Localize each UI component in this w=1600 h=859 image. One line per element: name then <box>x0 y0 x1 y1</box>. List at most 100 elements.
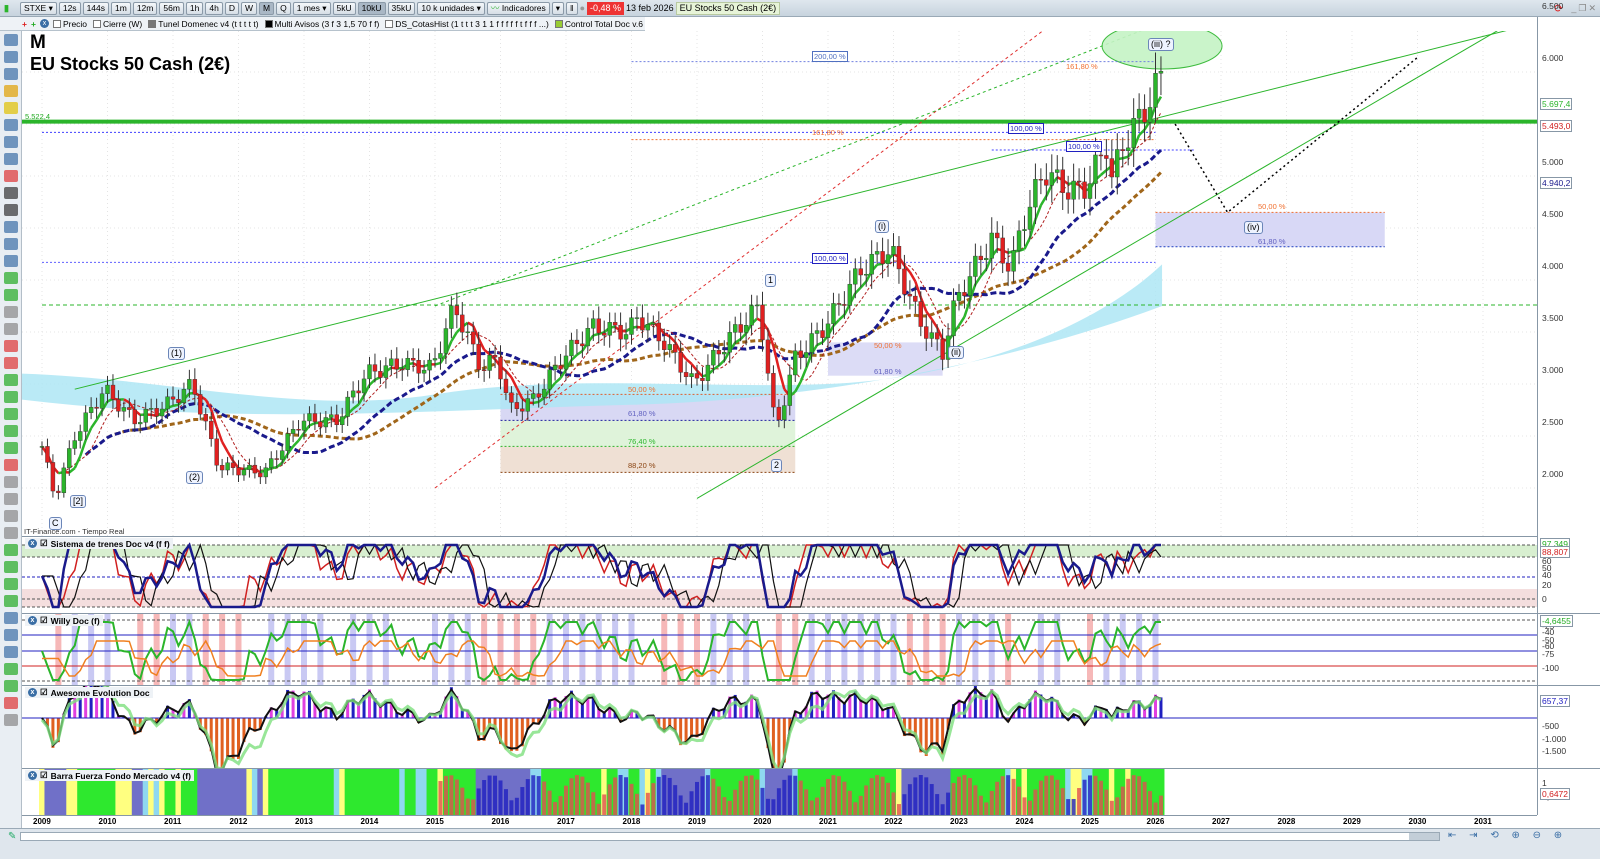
tool-icon-35[interactable] <box>4 629 18 641</box>
close-panel-icon[interactable]: x <box>28 771 37 780</box>
tool-icon-21[interactable] <box>4 391 18 403</box>
tool-icon-24[interactable] <box>4 442 18 454</box>
tool-icon-7[interactable] <box>4 153 18 165</box>
tool-icon-25[interactable] <box>4 459 18 471</box>
tool-icon-39[interactable] <box>4 697 18 709</box>
tool-icon-40[interactable] <box>4 714 18 726</box>
timeframe-144s[interactable]: 144s <box>82 1 109 15</box>
timeframe-W[interactable]: W <box>240 1 258 15</box>
tool-icon-27[interactable] <box>4 493 18 505</box>
tool-icon-32[interactable] <box>4 578 18 590</box>
tool-icon-13[interactable] <box>4 255 18 267</box>
panel-awesome[interactable]: x ☑ Awesome Evolution Doc <box>22 680 1537 785</box>
close-panel-icon[interactable]: x <box>28 616 37 625</box>
scrollbar-thumb[interactable] <box>1409 833 1439 840</box>
indicator-checkbox[interactable] <box>264 19 273 28</box>
indicator-item[interactable]: Control Total Doc v.6 <box>554 19 643 29</box>
tool-icon-5[interactable] <box>4 119 18 131</box>
tool-icon-38[interactable] <box>4 680 18 692</box>
tool-icon-3[interactable] <box>4 85 18 97</box>
tool-icon-31[interactable] <box>4 561 18 573</box>
indicator-checkbox[interactable] <box>385 19 394 28</box>
tool-icon-34[interactable] <box>4 612 18 624</box>
indicator-item[interactable]: Tunel Domenec v4 (t t t t t) <box>148 19 259 29</box>
tool-icon-33[interactable] <box>4 595 18 607</box>
tool-icon-18[interactable] <box>4 340 18 352</box>
close-panel-icon[interactable]: x <box>28 688 37 697</box>
tool-icon-22[interactable] <box>4 408 18 420</box>
tool-icon-23[interactable] <box>4 425 18 437</box>
period-select[interactable]: 1 mes ▾ <box>292 1 331 15</box>
timeframe-56m[interactable]: 56m <box>159 1 184 15</box>
tool-icon-37[interactable] <box>4 663 18 675</box>
add-green-icon[interactable]: + <box>31 19 36 29</box>
panel-checkbox[interactable]: ☑ <box>40 615 48 626</box>
draw-icon[interactable]: ✎ <box>8 831 16 842</box>
tool-icon-1[interactable] <box>4 51 18 63</box>
units-select[interactable]: 10 k unidades ▾ <box>417 1 485 15</box>
indicator-checkbox[interactable] <box>554 19 563 28</box>
minimize-icon[interactable]: _ <box>1571 3 1576 13</box>
indicator-checkbox[interactable] <box>93 19 102 28</box>
indicator-item[interactable]: Cierre (W) <box>93 19 142 29</box>
timeframe-1m[interactable]: 1m <box>111 1 131 15</box>
panel-checkbox[interactable]: ☑ <box>40 687 48 698</box>
indicator-checkbox[interactable] <box>52 19 61 28</box>
panel-trenes[interactable]: x ☑ Sistema de trenes Doc v4 (f f) <box>22 536 1537 613</box>
tool-icon-17[interactable] <box>4 323 18 335</box>
indicators-dropdown[interactable]: ▾ <box>551 1 565 15</box>
tool-icon-4[interactable] <box>4 102 18 114</box>
timeframe-12s[interactable]: 12s <box>58 1 81 15</box>
tool-icon-8[interactable] <box>4 170 18 182</box>
tool-icon-26[interactable] <box>4 476 18 488</box>
chart-logo-icon[interactable]: ▮ <box>4 3 18 14</box>
units-10kU[interactable]: 10kU <box>357 1 386 15</box>
tool-icon-2[interactable] <box>4 68 18 80</box>
tool-icon-11[interactable] <box>4 221 18 233</box>
units-35kU[interactable]: 35kU <box>387 1 416 15</box>
panel-willy[interactable]: x ☑ Willy Doc (f) <box>22 613 1537 685</box>
timeframe-4h[interactable]: 4h <box>205 1 223 15</box>
restore-icon[interactable]: ❐ <box>1578 3 1586 14</box>
panel-barra[interactable]: x ☑ Barra Fuerza Fondo Mercado v4 (f) <box>22 768 1537 815</box>
tool-icon-20[interactable] <box>4 374 18 386</box>
panel-checkbox[interactable]: ☑ <box>40 538 48 549</box>
tool-icon-0[interactable] <box>4 34 18 46</box>
tool-icon-15[interactable] <box>4 289 18 301</box>
timeframe-M[interactable]: M <box>259 1 275 15</box>
timeframe-D[interactable]: D <box>224 1 239 15</box>
tool-icon-14[interactable] <box>4 272 18 284</box>
tool-icon-9[interactable] <box>4 187 18 199</box>
tool-icon-28[interactable] <box>4 510 18 522</box>
timeframe-1h[interactable]: 1h <box>185 1 204 15</box>
indicator-axes[interactable]: 8060504020097,34988,807-25-40-50-60-75-1… <box>1537 536 1600 815</box>
close-icon[interactable]: ✕ <box>1588 3 1596 14</box>
indicator-checkbox[interactable] <box>148 19 157 28</box>
nav-icons[interactable]: ⇤ ⇥ ⟲ ⊕ ⊖ ⊕ <box>1448 830 1567 841</box>
tool-icon-16[interactable] <box>4 306 18 318</box>
indicators-button[interactable]: 〰 Indicadores <box>486 1 550 15</box>
tool-icon-19[interactable] <box>4 357 18 369</box>
tool-icon-30[interactable] <box>4 544 18 556</box>
remove-icon[interactable]: x <box>39 19 49 28</box>
timeframe-Q[interactable]: Q <box>276 1 291 15</box>
pause-icon[interactable]: ‖ <box>566 1 578 15</box>
indicator-item[interactable]: Multi Avisos (3 f 3 1,5 70 f f) <box>264 19 379 29</box>
tool-icon-36[interactable] <box>4 646 18 658</box>
price-axis[interactable]: 6.500 6.000 5.000 4.500 4.000 3.500 3.000 2.500… <box>1537 1 1600 536</box>
timeframe-12m[interactable]: 12m <box>132 1 158 15</box>
symbol-select[interactable]: STXE ▾ <box>20 1 57 15</box>
indicator-item[interactable]: DS_CotasHist (1 t t t 3 1 1 f f f f f t … <box>385 19 549 29</box>
time-axis[interactable]: 2009 2010 2011 2012 2013 2014 2015 2016 2017 2018… <box>22 815 1537 828</box>
tool-icon-12[interactable] <box>4 238 18 250</box>
tool-icon-29[interactable] <box>4 527 18 539</box>
tool-icon-10[interactable] <box>4 204 18 216</box>
units-5kU[interactable]: 5kU <box>332 1 356 15</box>
panel-checkbox[interactable]: ☑ <box>40 770 48 781</box>
price-chart[interactable]: M EU Stocks 50 Cash (2€) 5.522,4 IT-Fina… <box>22 19 1549 536</box>
indicator-item[interactable]: Precio <box>52 19 87 29</box>
add-icon[interactable]: + <box>22 19 27 29</box>
tool-icon-6[interactable] <box>4 136 18 148</box>
horizontal-scrollbar[interactable] <box>20 832 1440 841</box>
close-panel-icon[interactable]: x <box>28 539 37 548</box>
